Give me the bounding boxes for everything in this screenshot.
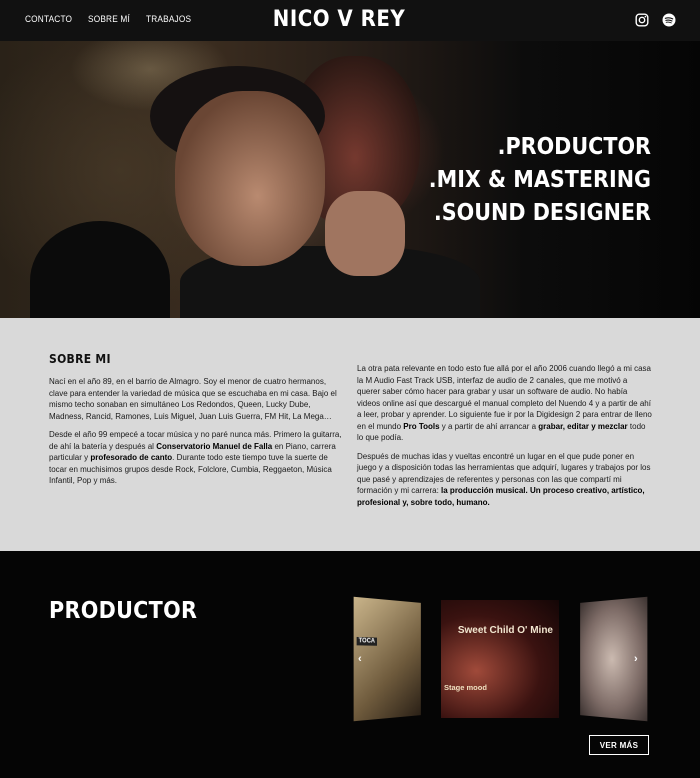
album-title: Sweet Child O' Mine <box>457 625 553 636</box>
site-logo[interactable]: NICO V REY <box>0 7 678 32</box>
productor-heading: PRODUCTOR <box>49 598 198 624</box>
album-cover-center[interactable]: Sweet Child O' Mine Stage mood <box>441 600 559 718</box>
hero-photo-chair <box>30 221 170 318</box>
social-links <box>635 13 676 27</box>
instagram-icon[interactable] <box>635 13 649 27</box>
hero-banner: .PRODUCTOR .MIX & MASTERING .SOUND DESIG… <box>0 41 700 318</box>
spotify-icon[interactable] <box>662 13 676 27</box>
about-paragraph: La otra pata relevante en todo esto fue … <box>357 364 652 442</box>
about-column-left: Nací en el año 89, en el barrio de Almag… <box>49 376 343 494</box>
hero-photo-face <box>175 91 325 266</box>
about-paragraph: Nací en el año 89, en el barrio de Almag… <box>49 377 337 421</box>
hero-title-mix-mastering: .MIX & MASTERING <box>428 167 651 193</box>
hero-title-sound-designer: .SOUND DESIGNER <box>433 200 651 226</box>
hero-title-productor: .PRODUCTOR <box>497 134 651 160</box>
album-label: Stage mood <box>444 683 487 692</box>
productor-section: PRODUCTOR TOCA Sweet Child O' Mine Stage… <box>0 551 700 778</box>
carousel-next-icon[interactable]: › <box>634 653 638 665</box>
about-paragraph: Después de muchas idas y vueltas encontr… <box>357 451 651 507</box>
about-column-right: La otra pata relevante en todo esto fue … <box>357 363 652 515</box>
site-header: CONTACTO SOBRE MÍ TRABAJOS NICO V REY <box>0 0 700 41</box>
carousel-prev-icon[interactable]: ‹ <box>358 653 362 665</box>
album-cover-text: TOCA <box>356 636 377 646</box>
hero-titles: .PRODUCTOR .MIX & MASTERING .SOUND DESIG… <box>429 131 651 230</box>
about-section: SOBRE MI Nací en el año 89, en el barrio… <box>0 318 700 551</box>
about-paragraph: Desde el año 99 empecé a tocar música y … <box>49 430 342 485</box>
album-cover-left[interactable]: TOCA <box>353 596 421 722</box>
ver-mas-button[interactable]: VER MÁS <box>589 735 649 755</box>
hero-photo-hand <box>325 191 405 276</box>
about-heading: SOBRE MI <box>49 352 111 366</box>
